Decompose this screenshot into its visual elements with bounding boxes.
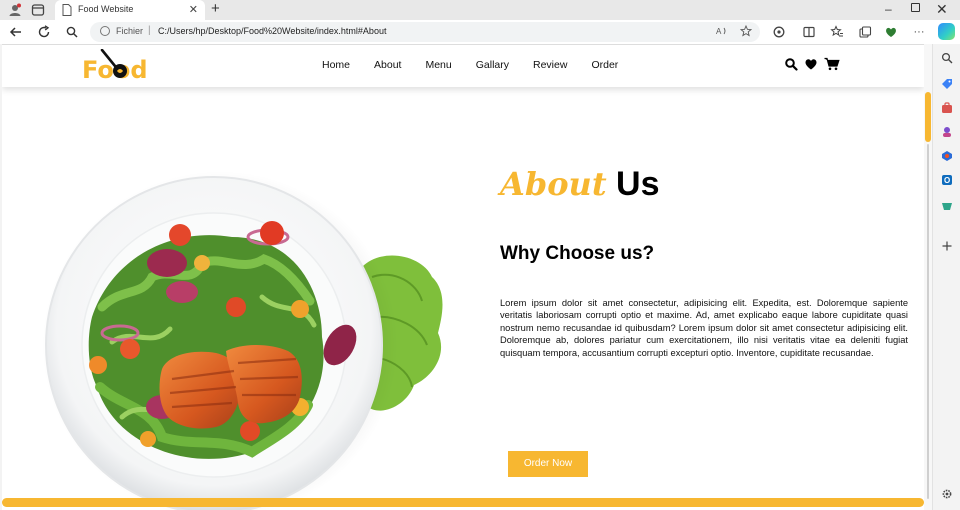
tab-close-icon[interactable]: ✕ (189, 3, 198, 17)
scrollbar-thumb[interactable] (925, 92, 931, 142)
nav-home[interactable]: Home (322, 59, 350, 71)
tab-actions-icon[interactable] (31, 3, 45, 17)
browser-toolbar: Fichier | C:/Users/hp/Desktop/Food%20Web… (0, 20, 960, 44)
edge-sidebar: O (932, 44, 960, 510)
nav-about[interactable]: About (374, 59, 401, 71)
browser-essentials-icon[interactable] (884, 24, 898, 40)
more-icon[interactable]: ··· (912, 24, 926, 40)
read-aloud-icon[interactable]: A (716, 25, 728, 37)
split-screen-icon[interactable] (802, 24, 816, 40)
search-icon[interactable] (64, 24, 80, 40)
back-icon[interactable] (8, 24, 24, 40)
svg-text:A: A (716, 27, 722, 36)
about-title-rest: Us (616, 165, 660, 203)
site-header: Food Home About Menu Gallary Review Orde… (2, 45, 924, 87)
maximize-button[interactable] (911, 3, 920, 12)
main-nav: Home About Menu Gallary Review Order (322, 59, 642, 71)
tab-food-website[interactable]: Food Website ✕ (55, 0, 205, 20)
close-window-button[interactable]: ✕ (936, 1, 948, 18)
new-tab-button[interactable]: + (211, 1, 220, 17)
why-choose-heading: Why Choose us? (500, 243, 655, 264)
copilot-icon[interactable] (938, 23, 955, 40)
nav-order[interactable]: Order (591, 59, 618, 71)
sidebar-settings-icon[interactable] (941, 488, 953, 500)
sidebar-outlook-icon[interactable]: O (941, 174, 953, 186)
minimize-button[interactable]: – (885, 2, 892, 16)
heart-icon[interactable] (804, 57, 818, 71)
order-now-button[interactable]: Order Now (508, 451, 588, 477)
info-icon[interactable] (100, 26, 110, 36)
sidebar-add-icon[interactable] (941, 240, 953, 252)
section-divider-bar (2, 498, 924, 507)
address-bar[interactable]: Fichier | C:/Users/hp/Desktop/Food%20Web… (90, 22, 760, 42)
browser-window: Food Website ✕ + – ✕ Fichier | C:/Users/… (0, 0, 960, 510)
refresh-icon[interactable] (36, 24, 52, 40)
sidebar-tools-icon[interactable] (941, 102, 953, 114)
favorites-icon[interactable] (830, 24, 844, 40)
nav-menu[interactable]: Menu (425, 59, 451, 71)
cart-icon[interactable] (824, 57, 840, 71)
address-separator: | (148, 25, 151, 36)
scrollbar-track[interactable] (927, 144, 929, 499)
sidebar-shopping-icon[interactable] (941, 78, 953, 90)
site-logo[interactable]: Food (82, 49, 152, 84)
pan-logo-icon (100, 49, 127, 78)
sidebar-microsoft365-icon[interactable] (941, 150, 953, 162)
sidebar-drop-icon[interactable] (941, 200, 953, 212)
about-title-accent: About (500, 165, 607, 203)
sidebar-search-icon[interactable] (941, 52, 953, 64)
sidebar-games-icon[interactable] (941, 126, 953, 138)
collections-icon[interactable] (858, 24, 872, 40)
tab-title: Food Website (78, 4, 134, 14)
page-scrollbar[interactable] (924, 44, 932, 510)
about-title: About Us (500, 165, 660, 204)
nav-review[interactable]: Review (533, 59, 567, 71)
profile-icon[interactable] (8, 3, 22, 17)
svg-text:O: O (944, 176, 950, 185)
about-description: Lorem ipsum dolor sit amet consectetur, … (500, 298, 908, 358)
extensions-icon[interactable] (772, 24, 786, 40)
nav-gallary[interactable]: Gallary (476, 59, 509, 71)
favorite-star-icon[interactable] (740, 25, 752, 37)
file-icon (62, 4, 72, 16)
page-viewport: Food Home About Menu Gallary Review Orde… (2, 44, 924, 510)
salad-plate-image (42, 171, 443, 510)
scheme-label: Fichier (116, 26, 144, 36)
url-text[interactable]: C:/Users/hp/Desktop/Food%20Website/index… (158, 26, 386, 36)
search-icon[interactable] (784, 57, 798, 71)
title-bar: Food Website ✕ + – ✕ (0, 0, 960, 20)
